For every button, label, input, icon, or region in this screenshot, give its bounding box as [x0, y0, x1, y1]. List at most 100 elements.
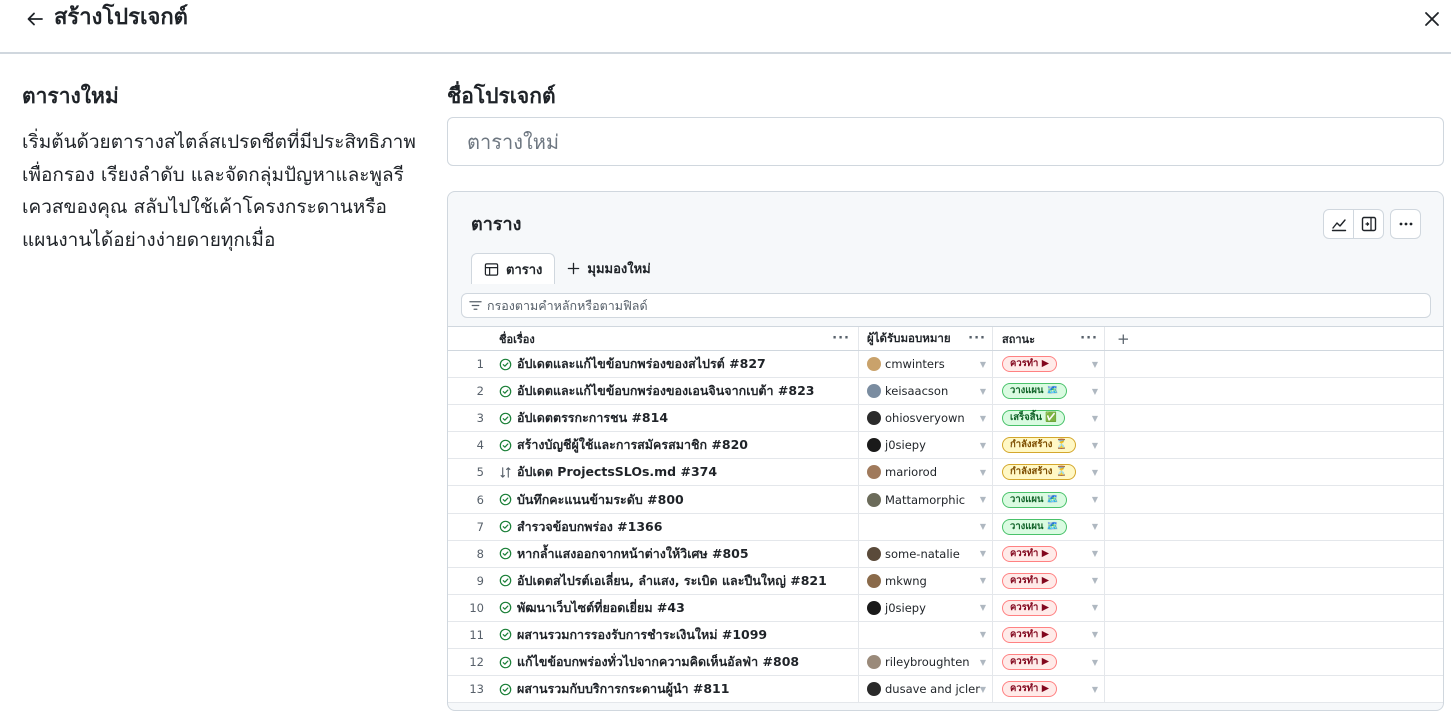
column-header-title[interactable]: ชื่อเรื่อง ···: [493, 327, 859, 350]
row-title[interactable]: อัปเดตตรรกะการชน #814: [517, 408, 668, 428]
table-row[interactable]: 1 อัปเดตและแก้ไขข้อบกพร่องของสไปรต์ #827 c…: [448, 351, 1443, 379]
tab-table[interactable]: ตาราง: [471, 253, 556, 284]
row-assignee-cell[interactable]: j0siepy ▼: [859, 432, 993, 459]
row-title-cell[interactable]: สำรวจข้อบกพร่อง #1366: [493, 513, 859, 540]
chevron-down-icon[interactable]: ▼: [1092, 414, 1098, 423]
row-status-cell[interactable]: วางแผน 🗺️ ▼: [993, 513, 1105, 540]
project-name-input[interactable]: [447, 117, 1444, 166]
chevron-down-icon[interactable]: ▼: [980, 360, 986, 369]
row-status-cell[interactable]: ควรทำ ▶ ▼: [993, 621, 1105, 649]
row-title-cell[interactable]: ผสานรวมกับบริการกระดานผู้นำ #811: [493, 676, 859, 703]
table-row[interactable]: 13 ผสานรวมกับบริการกระดานผู้นำ #811 dusave…: [448, 676, 1443, 704]
row-title-cell[interactable]: อัปเดตตรรกะการชน #814: [493, 405, 859, 432]
row-title-cell[interactable]: บันทึกคะแนนข้ามระดับ #800: [493, 486, 859, 513]
row-title-cell[interactable]: อัปเดตและแก้ไขข้อบกพร่องของเอนจินจากเบต้…: [493, 378, 859, 405]
row-title[interactable]: หากล้ำแสงออกจากหน้าต่างให้วิเศษ #805: [517, 544, 749, 564]
chevron-down-icon[interactable]: ▼: [980, 387, 986, 396]
row-title[interactable]: บันทึกคะแนนข้ามระดับ #800: [517, 490, 684, 510]
chevron-down-icon[interactable]: ▼: [1092, 576, 1098, 585]
chevron-down-icon[interactable]: ▼: [980, 549, 986, 558]
back-button[interactable]: [22, 6, 48, 32]
sidebar-toggle-button[interactable]: [1353, 209, 1384, 239]
column-menu-icon[interactable]: ···: [968, 331, 986, 346]
row-assignee-cell[interactable]: ▼: [859, 621, 993, 649]
row-status-cell[interactable]: ควรทำ ▶ ▼: [993, 676, 1105, 703]
table-row[interactable]: 2 อัปเดตและแก้ไขข้อบกพร่องของเอนจินจากเบต…: [448, 378, 1443, 406]
table-row[interactable]: 5 อัปเดต ProjectsSLOs.md #374 mariorod ▼ กำล…: [448, 459, 1443, 487]
row-title-cell[interactable]: สร้างบัญชีผู้ใช้และการสมัครสมาชิก #820: [493, 432, 859, 459]
row-assignee-cell[interactable]: some-natalie ▼: [859, 540, 993, 567]
column-menu-icon[interactable]: ···: [832, 331, 850, 346]
row-title[interactable]: พัฒนาเว็บไซต์ที่ยอดเยี่ยม #43: [517, 598, 685, 618]
row-assignee-cell[interactable]: rileybroughten ▼: [859, 649, 993, 676]
chevron-down-icon[interactable]: ▼: [1092, 495, 1098, 504]
chevron-down-icon[interactable]: ▼: [1092, 685, 1098, 694]
table-row[interactable]: 9 อัปเดตสไปรต์เอเลี่ยน, ลำแสง, ระเบิด และ…: [448, 567, 1443, 595]
chevron-down-icon[interactable]: ▼: [980, 685, 986, 694]
add-field-button[interactable]: +: [1105, 327, 1443, 350]
row-status-cell[interactable]: ควรทำ ▶ ▼: [993, 567, 1105, 594]
chevron-down-icon[interactable]: ▼: [980, 441, 986, 450]
row-title-cell[interactable]: แก้ไขข้อบกพร่องทั่วไปจากความคิดเห็นอัลฟ่…: [493, 649, 859, 676]
row-assignee-cell[interactable]: mkwng ▼: [859, 567, 993, 594]
row-assignee-cell[interactable]: ohiosveryown ▼: [859, 405, 993, 432]
row-title-cell[interactable]: หากล้ำแสงออกจากหน้าต่างให้วิเศษ #805: [493, 540, 859, 567]
chevron-down-icon[interactable]: ▼: [980, 603, 986, 612]
more-options-button[interactable]: [1390, 209, 1421, 239]
table-row[interactable]: 7 สำรวจข้อบกพร่อง #1366 ▼ วางแผน 🗺️ ▼: [448, 513, 1443, 541]
column-menu-icon[interactable]: ···: [1080, 331, 1098, 346]
row-status-cell[interactable]: กำลังสร้าง ⏳ ▼: [993, 432, 1105, 459]
table-row[interactable]: 8 หากล้ำแสงออกจากหน้าต่างให้วิเศษ #805 som…: [448, 540, 1443, 568]
row-title-cell[interactable]: ผสานรวมการรองรับการชำระเงินใหม่ #1099: [493, 621, 859, 649]
tab-new-view[interactable]: มุมมองใหม่: [555, 253, 662, 284]
row-title[interactable]: อัปเดต ProjectsSLOs.md #374: [517, 462, 717, 482]
close-button[interactable]: [1419, 6, 1445, 32]
row-title[interactable]: อัปเดตและแก้ไขข้อบกพร่องของสไปรต์ #827: [517, 354, 766, 374]
row-title-cell[interactable]: อัปเดตและแก้ไขข้อบกพร่องของสไปรต์ #827: [493, 351, 859, 378]
table-row[interactable]: 12 แก้ไขข้อบกพร่องทั่วไปจากความคิดเห็นอัล…: [448, 649, 1443, 677]
row-title[interactable]: สำรวจข้อบกพร่อง #1366: [517, 517, 662, 537]
row-assignee-cell[interactable]: ▼: [859, 513, 993, 540]
row-status-cell[interactable]: วางแผน 🗺️ ▼: [993, 486, 1105, 513]
row-assignee-cell[interactable]: keisaacson ▼: [859, 378, 993, 405]
chevron-down-icon[interactable]: ▼: [980, 495, 986, 504]
table-row[interactable]: 10 พัฒนาเว็บไซต์ที่ยอดเยี่ยม #43 j0siepy ▼ ค…: [448, 594, 1443, 622]
chevron-down-icon[interactable]: ▼: [1092, 630, 1098, 639]
row-status-cell[interactable]: ควรทำ ▶ ▼: [993, 540, 1105, 567]
chevron-down-icon[interactable]: ▼: [980, 576, 986, 585]
chevron-down-icon[interactable]: ▼: [1092, 549, 1098, 558]
chevron-down-icon[interactable]: ▼: [1092, 522, 1098, 531]
row-title[interactable]: อัปเดตสไปรต์เอเลี่ยน, ลำแสง, ระเบิด และป…: [517, 571, 827, 591]
column-header-status[interactable]: สถานะ ···: [993, 327, 1105, 350]
row-assignee-cell[interactable]: j0siepy ▼: [859, 594, 993, 621]
row-assignee-cell[interactable]: cmwinters ▼: [859, 351, 993, 378]
row-title[interactable]: สร้างบัญชีผู้ใช้และการสมัครสมาชิก #820: [517, 435, 748, 455]
chevron-down-icon[interactable]: ▼: [1092, 387, 1098, 396]
table-row[interactable]: 6 บันทึกคะแนนข้ามระดับ #800 Mattamorphic ▼ ว…: [448, 486, 1443, 514]
row-title[interactable]: ผสานรวมกับบริการกระดานผู้นำ #811: [517, 679, 729, 699]
row-title[interactable]: แก้ไขข้อบกพร่องทั่วไปจากความคิดเห็นอัลฟ่…: [517, 652, 799, 672]
chevron-down-icon[interactable]: ▼: [1092, 603, 1098, 612]
row-assignee-cell[interactable]: Mattamorphic ▼: [859, 486, 993, 513]
chevron-down-icon[interactable]: ▼: [1092, 658, 1098, 667]
row-status-cell[interactable]: ควรทำ ▶ ▼: [993, 649, 1105, 676]
row-status-cell[interactable]: วางแผน 🗺️ ▼: [993, 378, 1105, 405]
chevron-down-icon[interactable]: ▼: [980, 630, 986, 639]
row-assignee-cell[interactable]: mariorod ▼: [859, 459, 993, 486]
row-title[interactable]: อัปเดตและแก้ไขข้อบกพร่องของเอนจินจากเบต้…: [517, 381, 814, 401]
insights-button[interactable]: [1323, 209, 1354, 239]
row-title[interactable]: ผสานรวมการรองรับการชำระเงินใหม่ #1099: [517, 625, 767, 645]
column-header-assignees[interactable]: ผู้ได้รับมอบหมาย ···: [859, 327, 993, 350]
row-title-cell[interactable]: อัปเดต ProjectsSLOs.md #374: [493, 459, 859, 486]
row-status-cell[interactable]: ควรทำ ▶ ▼: [993, 594, 1105, 621]
filter-input[interactable]: กรองตามคำหลักหรือตามฟิลด์: [461, 293, 1431, 318]
row-status-cell[interactable]: กำลังสร้าง ⏳ ▼: [993, 459, 1105, 486]
chevron-down-icon[interactable]: ▼: [980, 468, 986, 477]
row-status-cell[interactable]: เสร็จสิ้น ✅ ▼: [993, 405, 1105, 432]
chevron-down-icon[interactable]: ▼: [1092, 360, 1098, 369]
table-row[interactable]: 3 อัปเดตตรรกะการชน #814 ohiosveryown ▼ เสร็จ…: [448, 405, 1443, 433]
row-status-cell[interactable]: ควรทำ ▶ ▼: [993, 351, 1105, 378]
table-row[interactable]: 11 ผสานรวมการรองรับการชำระเงินใหม่ #1099 ▼…: [448, 621, 1443, 650]
chevron-down-icon[interactable]: ▼: [980, 522, 986, 531]
chevron-down-icon[interactable]: ▼: [980, 414, 986, 423]
